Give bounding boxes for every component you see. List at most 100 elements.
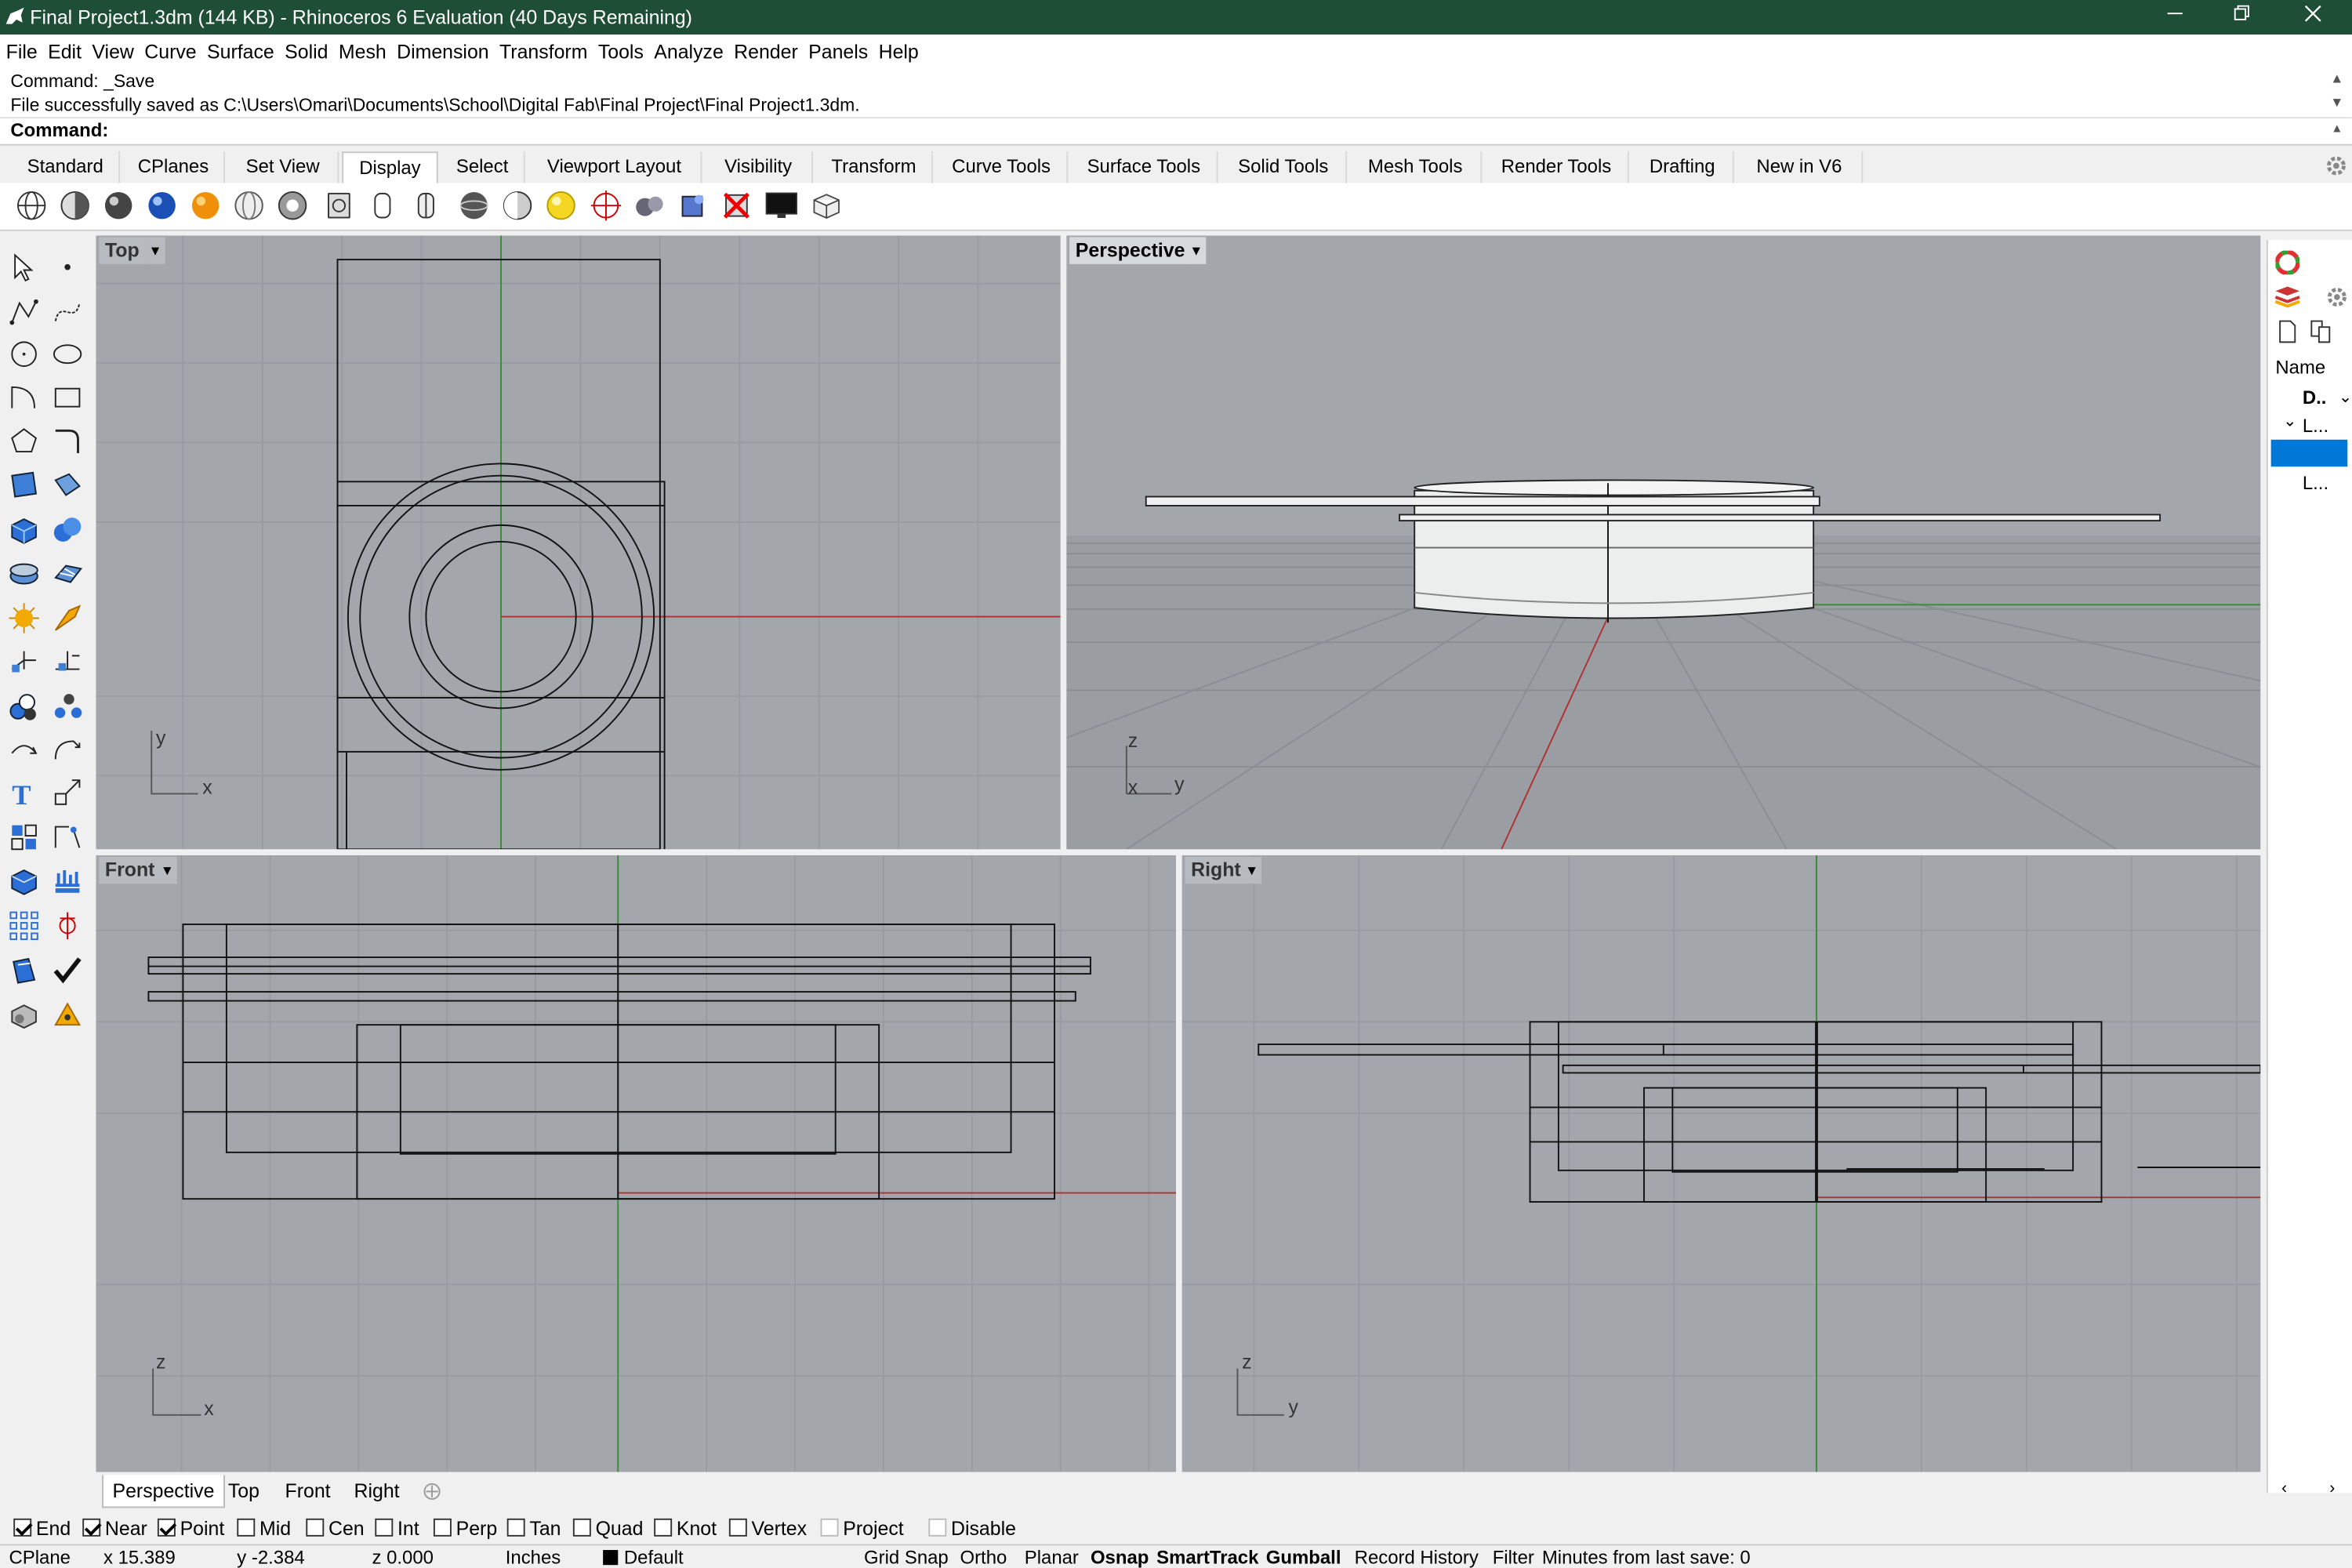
checkbox-icon[interactable]: [572, 1518, 591, 1537]
tab-solid-tools[interactable]: Solid Tools: [1221, 151, 1348, 183]
dimension-aligned-icon[interactable]: [51, 644, 84, 677]
menu-transform[interactable]: Transform: [493, 34, 592, 64]
chevron-left-icon[interactable]: ‹: [2281, 1479, 2287, 1497]
osnap-vertex[interactable]: Vertex: [728, 1517, 807, 1540]
mesh-icon[interactable]: [8, 557, 41, 590]
chevron-down-icon[interactable]: ⌄: [2339, 387, 2352, 407]
viewport-label-top[interactable]: Top: [99, 237, 146, 264]
spotlight-icon[interactable]: [51, 601, 84, 634]
move-icon[interactable]: [8, 735, 41, 768]
checkbox-icon[interactable]: [375, 1518, 394, 1537]
status-layer[interactable]: Default: [624, 1547, 684, 1568]
gear-icon[interactable]: [2324, 153, 2350, 179]
checkbox-icon[interactable]: [820, 1518, 839, 1537]
solid-box-icon[interactable]: [8, 864, 41, 897]
osnap-disable[interactable]: Disable: [928, 1517, 1016, 1540]
chevron-down-icon[interactable]: ⌄: [2283, 411, 2297, 430]
artistic-icon[interactable]: [366, 189, 399, 222]
ellipse-icon[interactable]: [51, 338, 84, 371]
fillet-curve-icon[interactable]: [51, 425, 84, 458]
arctic-icon[interactable]: [458, 189, 491, 222]
menu-panels[interactable]: Panels: [803, 34, 873, 64]
checkbox-icon[interactable]: [728, 1518, 747, 1537]
tab-mesh-tools[interactable]: Mesh Tools: [1350, 151, 1483, 183]
menu-file[interactable]: File: [0, 34, 42, 64]
chevron-down-icon[interactable]: ▼: [145, 237, 165, 264]
disable-render-icon[interactable]: [720, 189, 753, 222]
ghosted-icon[interactable]: [233, 189, 266, 222]
gear-icon[interactable]: [2325, 285, 2350, 310]
ungroup-icon[interactable]: [51, 690, 84, 723]
status-planar[interactable]: Planar: [1025, 1547, 1079, 1568]
rotate-icon[interactable]: [51, 735, 84, 768]
layer-row[interactable]: L...: [2303, 416, 2328, 437]
layer-row-selected[interactable]: [2270, 439, 2348, 467]
menu-mesh[interactable]: Mesh: [332, 34, 390, 64]
render-light-icon[interactable]: [8, 601, 41, 634]
mesh-patch-icon[interactable]: [51, 557, 84, 590]
pen-icon[interactable]: [409, 189, 442, 222]
osnap-mid[interactable]: Mid: [237, 1517, 291, 1540]
lights-icon[interactable]: [590, 189, 622, 222]
scroll-down-icon[interactable]: ▼: [2328, 95, 2346, 110]
tab-viewport-layout[interactable]: Viewport Layout: [528, 151, 702, 183]
arc-icon[interactable]: [8, 381, 41, 414]
analysis-icon[interactable]: [51, 864, 84, 897]
edit-points-icon[interactable]: [51, 821, 84, 854]
select-arrow-icon[interactable]: [8, 251, 41, 284]
point-icon[interactable]: [51, 251, 84, 284]
layers-header-name[interactable]: Name: [2275, 358, 2325, 379]
dimension-icon[interactable]: [8, 644, 41, 677]
tab-viewport-perspective[interactable]: Perspective: [102, 1475, 225, 1508]
checkbox-checked-icon[interactable]: [13, 1518, 32, 1537]
rendered-blue-icon[interactable]: [146, 189, 179, 222]
checkbox-checked-icon[interactable]: [82, 1518, 101, 1537]
boolean-union-icon[interactable]: [51, 514, 84, 546]
new-sublayer-icon[interactable]: [2310, 320, 2334, 344]
gumball-icon[interactable]: [51, 909, 84, 942]
osnap-quad[interactable]: Quad: [572, 1517, 643, 1540]
status-grid-snap[interactable]: Grid Snap: [864, 1547, 949, 1568]
menu-solid[interactable]: Solid: [279, 34, 333, 64]
array-icon[interactable]: [8, 909, 41, 942]
rectangle-icon[interactable]: [51, 381, 84, 414]
monitor-icon[interactable]: [765, 189, 798, 222]
viewport-front[interactable]: Front ▼ z x: [96, 855, 1176, 1472]
menu-view[interactable]: View: [86, 34, 139, 64]
color-wheel-icon[interactable]: [2275, 250, 2300, 275]
tab-display[interactable]: Display: [342, 151, 438, 183]
flat-shade-icon[interactable]: [633, 189, 666, 222]
materials-icon[interactable]: [677, 189, 710, 222]
menu-edit[interactable]: Edit: [42, 34, 85, 64]
viewport-label-right[interactable]: Right: [1185, 856, 1247, 884]
status-record-history[interactable]: Record History: [1355, 1547, 1479, 1568]
xray-icon[interactable]: [276, 189, 309, 222]
tab-visibility[interactable]: Visibility: [705, 151, 813, 183]
circle-icon[interactable]: [8, 338, 41, 371]
menu-tools[interactable]: Tools: [592, 34, 648, 64]
checkbox-icon[interactable]: [237, 1518, 256, 1537]
layer-row[interactable]: D..: [2303, 387, 2327, 408]
checkbox-checked-icon[interactable]: [157, 1518, 176, 1537]
status-cplane[interactable]: CPlane: [9, 1547, 70, 1568]
checkbox-icon[interactable]: [306, 1518, 325, 1537]
chevron-down-icon[interactable]: ▼: [1242, 856, 1262, 884]
menu-help[interactable]: Help: [873, 34, 924, 64]
status-gumball[interactable]: Gumball: [1266, 1547, 1341, 1568]
box-icon[interactable]: [8, 514, 41, 546]
status-units[interactable]: Inches: [506, 1547, 561, 1568]
menu-dimension[interactable]: Dimension: [390, 34, 493, 64]
restore-button[interactable]: [2206, 0, 2277, 34]
layer-row[interactable]: L...: [2303, 473, 2328, 494]
new-layer-icon[interactable]: [2277, 320, 2298, 344]
menu-render[interactable]: Render: [728, 34, 803, 64]
viewport-label-perspective[interactable]: Perspective: [1069, 237, 1192, 264]
status-filter[interactable]: Filter: [1493, 1547, 1534, 1568]
menu-analyze[interactable]: Analyze: [648, 34, 728, 64]
sun-icon[interactable]: [545, 189, 578, 222]
minimize-button[interactable]: [2139, 0, 2209, 34]
block-icon[interactable]: [8, 821, 41, 854]
viewport-right[interactable]: Right ▼ z y: [1181, 855, 2261, 1472]
menu-curve[interactable]: Curve: [139, 34, 201, 64]
curve-icon[interactable]: [51, 296, 84, 328]
